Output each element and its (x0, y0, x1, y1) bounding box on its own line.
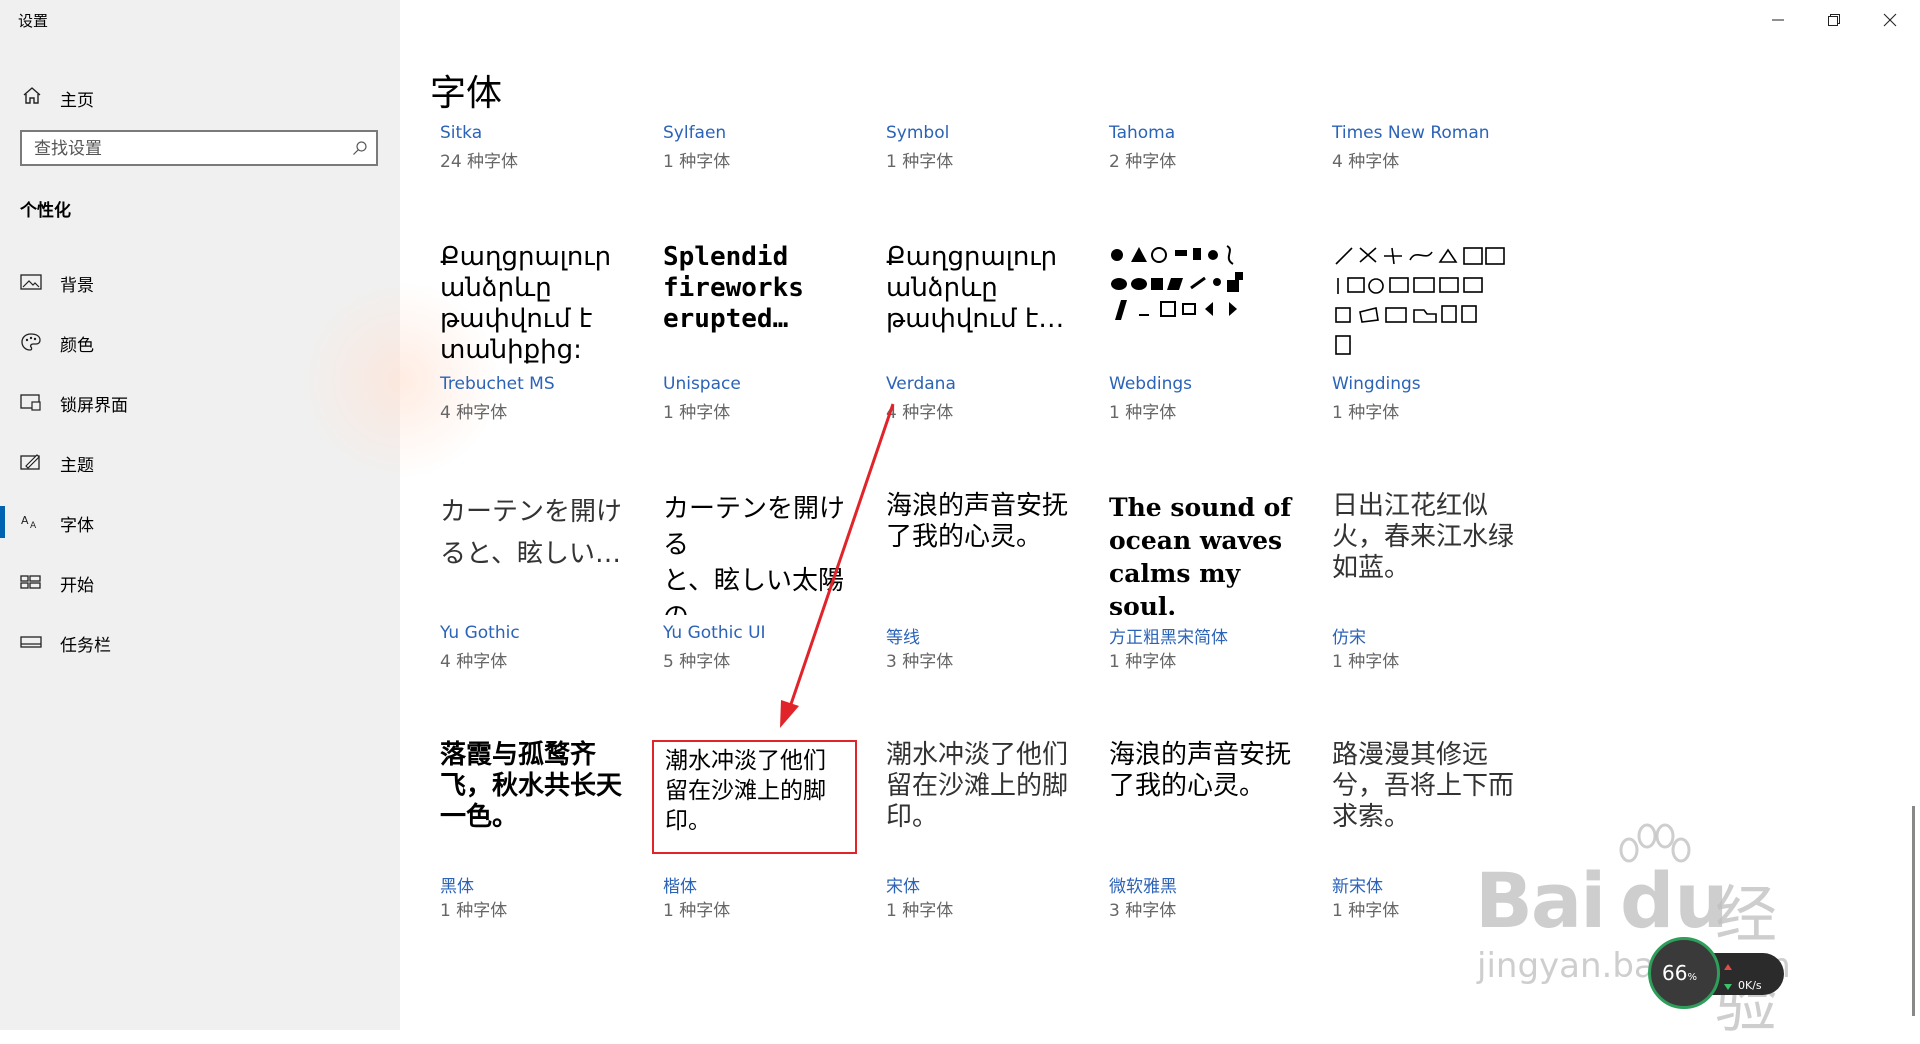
watermark-brand: Bai (1475, 856, 1606, 945)
paw-icon (1619, 823, 1691, 863)
scrollbar[interactable] (1912, 806, 1915, 1016)
speed-percent: 66% (1662, 961, 1697, 985)
network-speed-widget[interactable]: 66% 0K/s (1648, 937, 1788, 1017)
speed-rate: 0K/s (1738, 979, 1762, 992)
upload-arrow-icon (1724, 964, 1732, 970)
download-arrow-icon (1724, 984, 1732, 990)
